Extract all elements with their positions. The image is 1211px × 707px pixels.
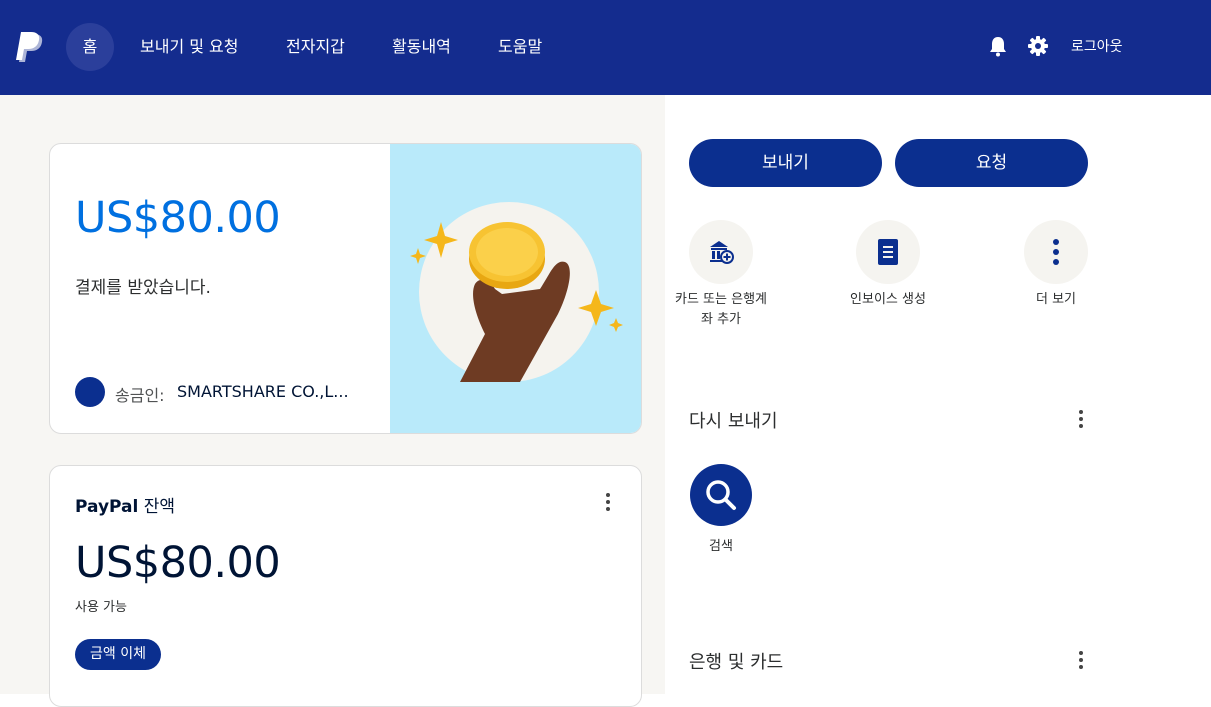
more-actions-label: 더 보기 (1035, 292, 1076, 307)
more-vertical-icon (1024, 220, 1088, 284)
balance-brand: PayPal (75, 497, 139, 517)
nav-help[interactable]: 도움말 (498, 23, 542, 71)
coin-illustration (390, 144, 641, 433)
more-actions[interactable]: 더 보기 (1008, 220, 1104, 310)
search-icon (706, 480, 736, 510)
balance-title: PayPal 잔액 (75, 492, 175, 517)
received-message: 결제를 받았습니다. (75, 278, 211, 298)
create-invoice-label: 인보이스 생성 (850, 292, 926, 307)
nav-wallet[interactable]: 전자지갑 (286, 23, 345, 71)
sender-name: SMARTSHARE CO.,L... (177, 382, 349, 401)
add-card-bank-label: 카드 또는 은행계좌 추가 (675, 292, 767, 327)
search-contact-button[interactable] (690, 464, 752, 526)
balance-available-label: 사용 가능 (75, 600, 127, 615)
send-again-title: 다시 보내기 (689, 411, 778, 432)
logout-link[interactable]: 로그아웃 (1071, 36, 1123, 56)
balance-title-suffix: 잔액 (143, 497, 176, 517)
bank-add-icon (689, 220, 753, 284)
paypal-balance-card: PayPal 잔액 US$80.00 사용 가능 금액 이체 (49, 465, 642, 707)
nav-home[interactable]: 홈 (66, 23, 114, 71)
banks-cards-more-icon[interactable] (1078, 651, 1084, 673)
send-again-more-icon[interactable] (1078, 410, 1084, 432)
sender-label: 송금인: (115, 386, 165, 405)
payment-received-card[interactable]: US$80.00 결제를 받았습니다. 송금인: SMARTSHARE CO.,… (49, 143, 642, 434)
bell-icon[interactable] (987, 35, 1009, 57)
search-contact-label: 검색 (709, 539, 733, 554)
transfer-funds-button[interactable]: 금액 이체 (75, 639, 161, 670)
balance-more-icon[interactable] (605, 493, 611, 515)
add-card-bank-action[interactable]: 카드 또는 은행계좌 추가 (673, 220, 769, 330)
top-navigation: 홈 보내기 및 요청 전자지갑 활동내역 도움말 로그아웃 (0, 0, 1211, 95)
invoice-icon (856, 220, 920, 284)
banks-cards-title: 은행 및 카드 (689, 652, 784, 673)
request-button[interactable]: 요청 (895, 139, 1088, 187)
sender-avatar (75, 377, 105, 407)
balance-amount: US$80.00 (75, 538, 281, 588)
nav-send-request[interactable]: 보내기 및 요청 (140, 23, 239, 71)
create-invoice-action[interactable]: 인보이스 생성 (840, 220, 936, 310)
send-button[interactable]: 보내기 (689, 139, 882, 187)
received-amount: US$80.00 (75, 193, 281, 243)
paypal-logo[interactable] (16, 32, 44, 64)
nav-activity[interactable]: 활동내역 (392, 23, 451, 71)
gear-icon[interactable] (1027, 35, 1049, 57)
